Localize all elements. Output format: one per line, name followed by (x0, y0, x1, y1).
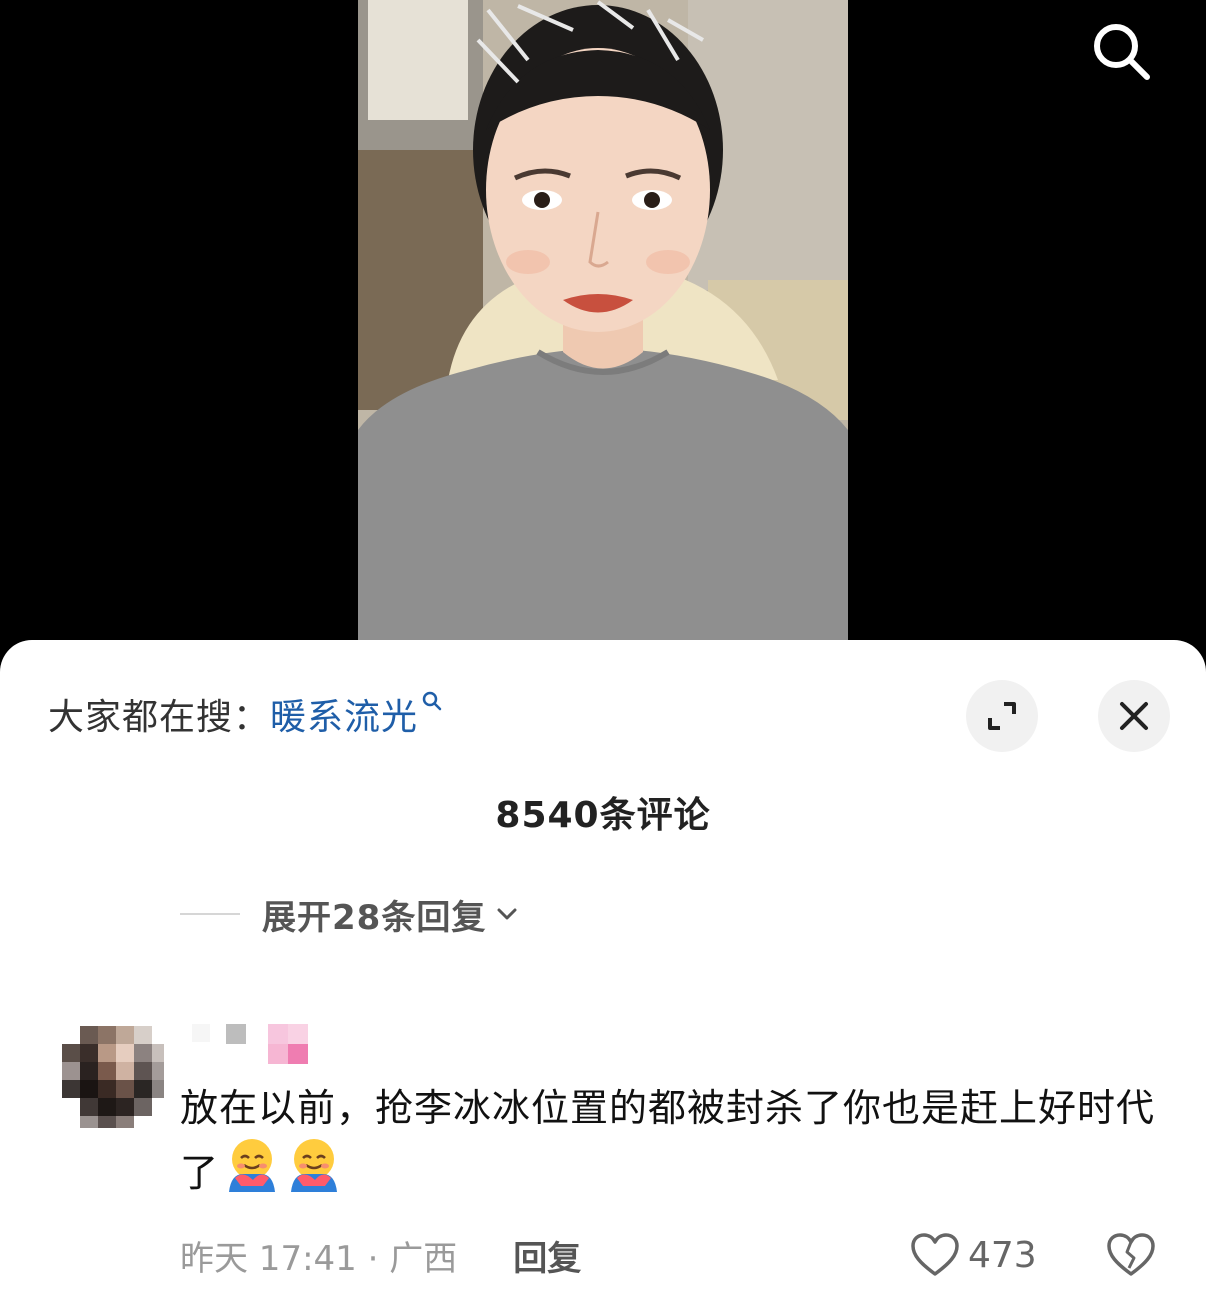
like-count: 473 (968, 1234, 1037, 1276)
search-icon (1094, 24, 1150, 80)
comment-meta: 昨天 17:41 · 广西 回复 (180, 1230, 581, 1280)
hugging-face-emoji (223, 1134, 281, 1211)
reply-button[interactable]: 回复 (513, 1231, 581, 1280)
page: 大家都在搜： 暖系流光 8540条评论 展开28条回复 放在以前，抢李冰冰位置的… (0, 0, 1206, 1310)
comment-sheet: 大家都在搜： 暖系流光 8540条评论 展开28条回复 放在以前，抢李冰冰位置的… (0, 640, 1206, 1310)
hugging-face-emoji (285, 1134, 343, 1211)
chevron-down-icon (497, 908, 517, 920)
divider-line (180, 913, 240, 915)
small-search-icon (422, 691, 442, 711)
video-frame (358, 0, 848, 640)
close-button[interactable] (1098, 680, 1170, 752)
search-suggestion: 大家都在搜： 暖系流光 (48, 686, 443, 742)
heart-icon (911, 1233, 959, 1276)
comment-count: 8540条评论 (495, 795, 711, 836)
suggestion-link-text: 暖系流光 (270, 697, 419, 738)
like-button[interactable]: 473 (910, 1228, 1037, 1282)
close-icon (1120, 702, 1148, 730)
comment-body: 放在以前，抢李冰冰位置的都被封杀了你也是赶上好时代了 (180, 1076, 1170, 1211)
broken-heart-icon (1107, 1233, 1155, 1276)
search-button[interactable] (1084, 14, 1160, 90)
expand-replies-button[interactable]: 展开28条回复 (180, 890, 520, 938)
expand-button[interactable] (966, 680, 1038, 752)
expand-icon (988, 702, 1016, 730)
suggestion-link[interactable]: 暖系流光 (270, 688, 443, 740)
comment-time-location: 昨天 17:41 · 广西 (180, 1238, 458, 1279)
expand-replies-label: 展开28条回复 (262, 897, 487, 938)
avatar[interactable] (62, 1026, 164, 1128)
dislike-button[interactable] (1104, 1228, 1158, 1282)
pixelated-username-image (192, 1024, 308, 1064)
video-player[interactable] (0, 0, 1206, 660)
video-still-image (358, 0, 848, 640)
pixelated-avatar-image (62, 1026, 164, 1128)
username-mosaic[interactable] (192, 1024, 312, 1070)
suggestion-prefix: 大家都在搜： (48, 697, 271, 738)
